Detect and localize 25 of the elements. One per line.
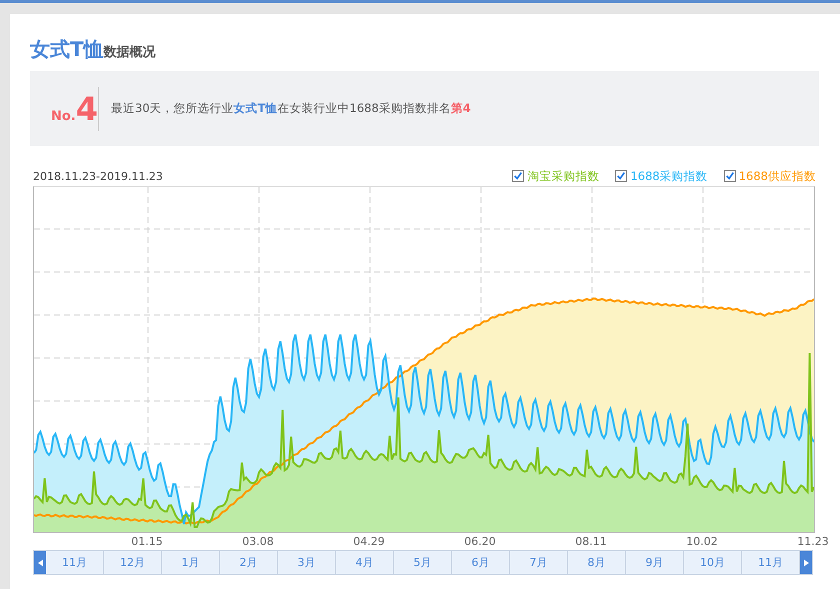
axis-label: 06.20 [464, 535, 496, 548]
rank-number: No.4 [50, 90, 98, 128]
left-triangle-icon [38, 558, 42, 566]
next-button[interactable] [800, 551, 812, 574]
checkbox[interactable] [615, 170, 628, 182]
category-title: 女式T恤 [30, 36, 104, 63]
section-title: 数据概况 [104, 45, 156, 61]
axis-label: 03.08 [242, 535, 274, 548]
previous-button[interactable] [34, 551, 46, 574]
axis-label: 10.02 [686, 535, 718, 548]
check-icon [513, 171, 524, 181]
legend-item[interactable]: 1688供应指数 [724, 168, 816, 184]
axis-label: 01.15 [131, 535, 163, 548]
rank-message: 最近30天，您所选行业女式T恤在女装行业中1688采购指数排名第4 [111, 101, 471, 116]
check-icon [616, 171, 626, 181]
date-range: 2018.11.23-2019.11.23 [33, 170, 163, 182]
checkbox[interactable] [512, 170, 524, 182]
axis-label: 08.11 [575, 535, 607, 548]
axis-label: 11.23 [797, 535, 829, 548]
right-triangle-icon [804, 558, 808, 566]
axis-label: 04.29 [353, 535, 385, 548]
checkbox[interactable] [724, 170, 736, 182]
legend-item[interactable]: 淘宝采购指数 [512, 168, 600, 184]
legend-item[interactable]: 1688采购指数 [615, 168, 708, 184]
check-icon [724, 171, 735, 181]
